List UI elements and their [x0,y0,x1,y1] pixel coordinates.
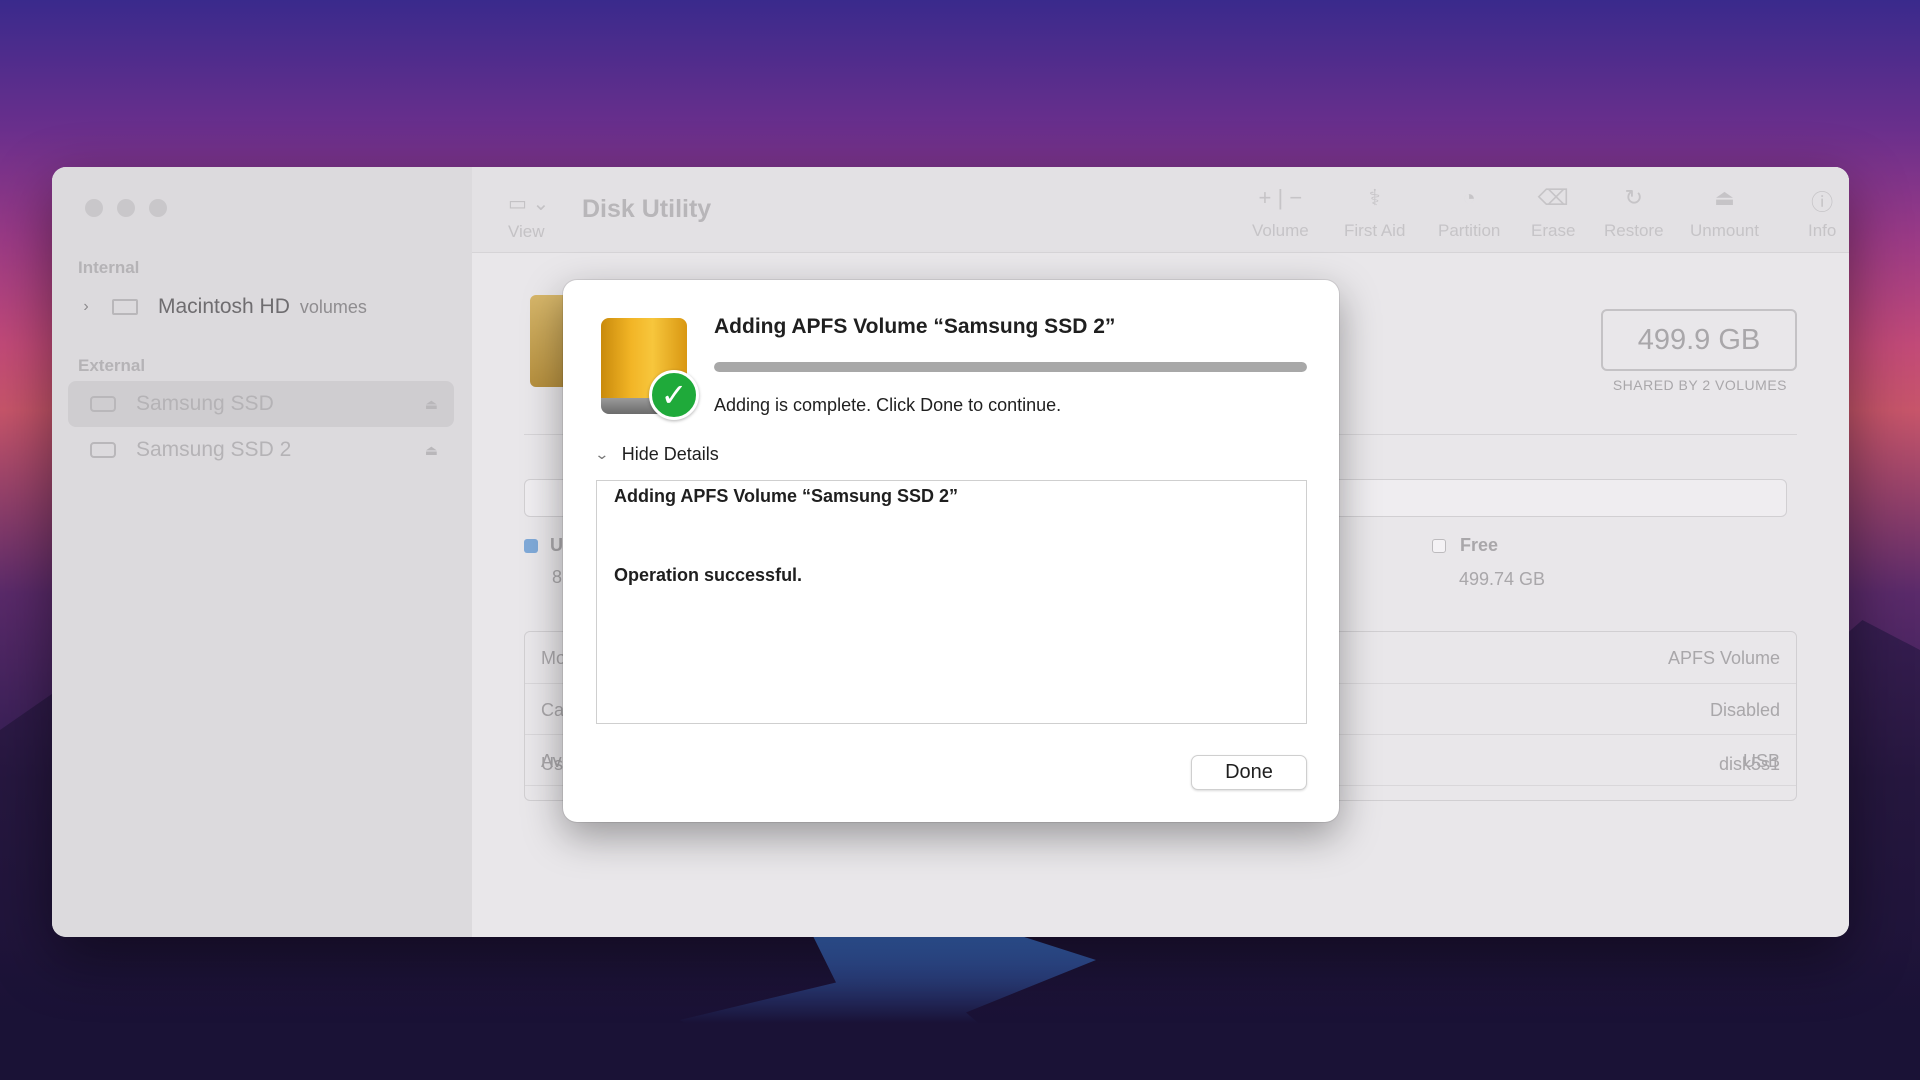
details-line: Operation successful. [614,565,803,585]
first-aid-button[interactable]: ⚕ First Aid [1344,185,1405,241]
restore-button[interactable]: ↻ Restore [1604,185,1664,241]
unmount-label: Unmount [1690,221,1759,240]
view-button[interactable]: ▭ ⌄ View [508,191,549,242]
progress-fill [714,362,1307,372]
capacity-subtitle: SHARED BY 2 VOLUMES [1612,377,1787,393]
capacity-value: 499.9 GB [1601,309,1797,371]
sidebar-item-label: Macintosh HD [158,295,290,318]
window-controls [85,199,167,217]
chevron-down-icon: ⌄ [594,446,610,462]
partition-button[interactable]: ◔ Partition [1438,185,1500,241]
sidebar-section-external: External [78,356,146,375]
first-aid-label: First Aid [1344,221,1406,240]
info-button[interactable]: ⓘ Info [1808,185,1836,241]
row-value: APFS Volume [1667,648,1780,668]
checkmark-icon: ✓ [649,370,699,420]
free-label: Free [1460,535,1499,555]
disclosure-chevron-icon[interactable]: › [74,298,98,316]
restore-icon: ↻ [1624,185,1643,210]
eject-icon[interactable]: ⏏ [425,442,438,459]
used-value: 8 [552,567,563,587]
sidebar-item-samsung-ssd-2[interactable]: Samsung SSD 2 ⏏ [68,427,454,473]
hide-details-toggle[interactable]: ⌄ Hide Details [594,444,719,465]
done-button[interactable]: Done [1191,755,1307,790]
details-line: Adding APFS Volume “Samsung SSD 2” [614,486,959,506]
eject-icon[interactable]: ⏏ [425,396,438,413]
info-label: Info [1808,221,1837,240]
dialog-status: Adding is complete. Click Done to contin… [714,395,1062,415]
volumes-stack-icon [112,299,138,315]
sidebar-item-label: Samsung SSD 2 [136,438,292,461]
erase-label: Erase [1531,221,1576,240]
erase-icon: ⌫ [1537,185,1569,210]
unmount-icon: ⏏ [1714,185,1735,210]
drive-icon [90,442,116,458]
restore-label: Restore [1604,221,1664,240]
row-value: Disabled [1709,700,1780,720]
hide-details-label: Hide Details [621,444,719,464]
legend-free: Free [1432,535,1498,556]
row-key: Us [541,754,563,774]
sidebar-item-macintosh-hd[interactable]: › Macintosh HD volumes [68,284,454,330]
zoom-window-button[interactable] [149,199,167,217]
sidebar: Internal › Macintosh HD volumes External… [52,167,472,937]
free-value: 499.74 GB [1459,569,1546,589]
drive-icon [90,396,116,412]
close-window-button[interactable] [85,199,103,217]
free-swatch [1432,538,1446,553]
minimize-window-button[interactable] [117,199,135,217]
view-label: View [508,222,545,241]
stethoscope-icon: ⚕ [1368,185,1381,210]
volume-label: Volume [1252,221,1309,240]
toolbar: ▭ ⌄ View Disk Utility + | − Volume ⚕ Fir… [472,167,1849,253]
sidebar-section-internal: Internal [78,258,140,277]
unmount-button[interactable]: ⏏ Unmount [1690,185,1759,241]
sidebar-item-label: Samsung SSD [136,392,274,415]
progress-bar [714,362,1307,372]
pie-icon: ◔ [1462,185,1476,210]
details-log[interactable]: Adding APFS Volume “Samsung SSD 2” Opera… [596,480,1307,724]
desktop-shade [0,940,1920,1080]
sidebar-item-sublabel: volumes [299,296,367,317]
legend-used: U [524,535,563,556]
used-swatch [524,538,538,553]
plus-minus-icon: + | − [1258,185,1303,210]
volume-button[interactable]: + | − Volume [1252,185,1309,241]
info-icon: ⓘ [1811,190,1834,215]
used-label: U [550,535,563,555]
external-drive-icon: ✓ [601,318,699,420]
dialog-title: Adding APFS Volume “Samsung SSD 2” [714,315,1116,338]
progress-dialog: ✓ Adding APFS Volume “Samsung SSD 2” Add… [563,280,1339,822]
partition-label: Partition [1438,221,1501,240]
sidebar-icon: ▭ ⌄ [508,193,550,215]
sidebar-item-samsung-ssd[interactable]: Samsung SSD ⏏ [68,381,454,427]
row-key: Ca [541,700,565,720]
row-value: disk5s1 [1718,754,1780,774]
erase-button[interactable]: ⌫ Erase [1531,185,1575,241]
window-title: Disk Utility [582,195,712,223]
